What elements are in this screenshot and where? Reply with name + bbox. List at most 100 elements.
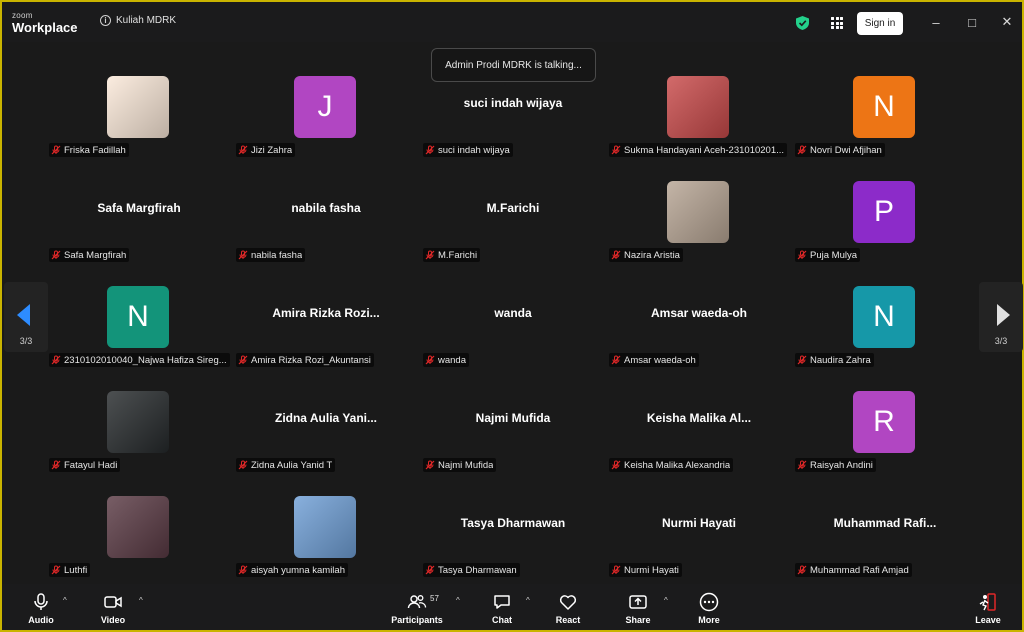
participant-photo — [667, 181, 729, 243]
participant-tile[interactable]: Amira Rizka Rozi... Amira Rizka Rozi_Akun… — [233, 252, 419, 367]
participant-tile[interactable]: Muhammad Rafi... Muhammad Rafi Amjad — [792, 462, 978, 577]
participant-tile[interactable]: Zidna Aulia Yani... Zidna Aulia Yanid T — [233, 357, 419, 472]
page-indicator-right: 3/3 — [994, 336, 1008, 346]
share-button[interactable]: Share — [608, 592, 668, 625]
chevron-right-icon — [997, 304, 1010, 326]
participant-tile[interactable]: Luthfi — [46, 462, 232, 577]
participant-display-name: suci indah wijaya — [463, 96, 563, 110]
participant-display-name: Amira Rizka Rozi... — [272, 306, 380, 320]
participant-name-tag: Luthfi — [49, 563, 91, 577]
video-options-caret[interactable]: ^ — [139, 596, 143, 605]
more-label: More — [698, 615, 720, 625]
close-icon[interactable]: ✕ — [999, 14, 1015, 30]
participant-name: Nurmi Hayati — [624, 564, 679, 576]
participant-avatar: R — [853, 391, 915, 453]
participant-tile[interactable]: R Raisyah Andini — [792, 357, 978, 472]
chat-label: Chat — [492, 615, 512, 625]
participant-tile[interactable]: N Naudira Zahra — [792, 252, 978, 367]
participant-tile[interactable]: aisyah yumna kamilah — [233, 462, 419, 577]
participant-tile[interactable]: Friska Fadillah — [46, 42, 232, 157]
participant-name: Muhammad Rafi Amjad — [810, 564, 909, 576]
participant-avatar: N — [107, 286, 169, 348]
participant-photo — [294, 496, 356, 558]
participant-name: aisyah yumna kamilah — [251, 564, 345, 576]
audio-label: Audio — [28, 615, 54, 625]
mic-muted-icon — [425, 565, 435, 575]
participant-avatar: N — [853, 286, 915, 348]
sign-in-button[interactable]: Sign in — [857, 12, 903, 35]
page-indicator-left: 3/3 — [19, 336, 33, 346]
brand-small: zoom — [12, 11, 33, 20]
participant-photo — [107, 76, 169, 138]
participant-tile[interactable]: Nurmi Hayati Nurmi Hayati — [606, 462, 792, 577]
leave-button[interactable]: Leave — [958, 592, 1018, 625]
participant-display-name: Safa Margfirah — [97, 201, 181, 215]
react-button[interactable]: React — [538, 592, 598, 625]
participant-name-tag: Muhammad Rafi Amjad — [795, 563, 912, 577]
info-icon[interactable]: i — [100, 15, 111, 26]
participant-display-name: Amsar waeda-oh — [650, 306, 748, 320]
participant-tile[interactable]: N Novri Dwi Afjihan — [792, 42, 978, 157]
participant-display-name: Zidna Aulia Yani... — [274, 411, 378, 425]
audio-button[interactable]: Audio — [11, 592, 71, 625]
participant-avatar: N — [853, 76, 915, 138]
participant-name-tag: Tasya Dharmawan — [423, 563, 520, 577]
participant-display-name: wanda — [494, 306, 532, 320]
next-page-button[interactable]: 3/3 — [979, 282, 1023, 352]
participant-display-name: Tasya Dharmawan — [460, 516, 566, 530]
participants-count: 57 — [430, 594, 439, 603]
maximize-icon[interactable]: □ — [964, 14, 980, 30]
participant-tile[interactable]: Fatayul Hadi — [46, 357, 232, 472]
participant-display-name: nabila fasha — [291, 201, 361, 215]
participant-tile[interactable]: M.Farichi M.Farichi — [420, 147, 606, 262]
participant-tile[interactable]: P Puja Mulya — [792, 147, 978, 262]
share-screen-icon — [629, 595, 647, 609]
participant-tile[interactable]: nabila fasha nabila fasha — [233, 147, 419, 262]
more-button[interactable]: More — [679, 592, 739, 625]
leave-label: Leave — [975, 615, 1001, 625]
previous-page-button[interactable]: 3/3 — [4, 282, 48, 352]
mic-muted-icon — [238, 565, 248, 575]
brand-main: Workplace — [12, 20, 78, 35]
mic-muted-icon — [611, 565, 621, 575]
participant-name: Tasya Dharmawan — [438, 564, 517, 576]
mic-muted-icon — [797, 565, 807, 575]
participant-tile[interactable]: Tasya Dharmawan Tasya Dharmawan — [420, 462, 606, 577]
participant-tile[interactable]: Keisha Malika Al... Keisha Malika Alexand… — [606, 357, 792, 472]
video-button[interactable]: Video — [83, 592, 143, 625]
participant-photo — [107, 391, 169, 453]
participant-tile[interactable]: Amsar waeda-oh Amsar waeda-oh — [606, 252, 792, 367]
chat-options-caret[interactable]: ^ — [526, 596, 530, 605]
view-grid-icon[interactable] — [831, 17, 843, 29]
mic-muted-icon — [51, 565, 61, 575]
participant-display-name: Muhammad Rafi... — [833, 516, 937, 530]
participant-display-name: M.Farichi — [486, 201, 540, 215]
talking-indicator: Admin Prodi MDRK is talking... — [431, 48, 596, 82]
meeting-title: Kuliah MDRK — [116, 15, 177, 26]
participant-tile[interactable]: Nazira Aristia — [606, 147, 792, 262]
participant-tile[interactable]: Najmi Mufida Najmi Mufida — [420, 357, 606, 472]
camera-icon — [104, 596, 122, 608]
participant-avatar: P — [853, 181, 915, 243]
share-options-caret[interactable]: ^ — [664, 596, 668, 605]
participant-display-name: Najmi Mufida — [475, 411, 551, 425]
audio-options-caret[interactable]: ^ — [63, 596, 67, 605]
participants-options-caret[interactable]: ^ — [456, 596, 460, 605]
zoom-logo: zoom Workplace — [12, 11, 78, 35]
participant-tile[interactable]: Sukma Handayani Aceh-231010201... — [606, 42, 792, 157]
participant-tile[interactable]: Safa Margfirah Safa Margfirah — [46, 147, 232, 262]
heart-icon — [559, 595, 577, 610]
share-label: Share — [625, 615, 651, 625]
leave-icon — [979, 593, 996, 611]
participant-tile[interactable]: J Jizi Zahra — [233, 42, 419, 157]
chat-button[interactable]: Chat — [472, 592, 532, 625]
participant-display-name: Nurmi Hayati — [661, 516, 737, 530]
participant-display-name: Keisha Malika Al... — [646, 411, 752, 425]
minimize-icon[interactable]: – — [928, 14, 944, 30]
react-label: React — [555, 615, 581, 625]
participant-tile[interactable]: wanda wanda — [420, 252, 606, 367]
shield-icon[interactable] — [796, 16, 809, 30]
meeting-info[interactable]: i Kuliah MDRK — [100, 15, 176, 26]
participant-tile[interactable]: N 2310102010040_Najwa Hafiza Sireg... — [46, 252, 232, 367]
video-gallery: Admin Prodi MDRK is talking... 3/3 3/3 F… — [0, 42, 1024, 584]
